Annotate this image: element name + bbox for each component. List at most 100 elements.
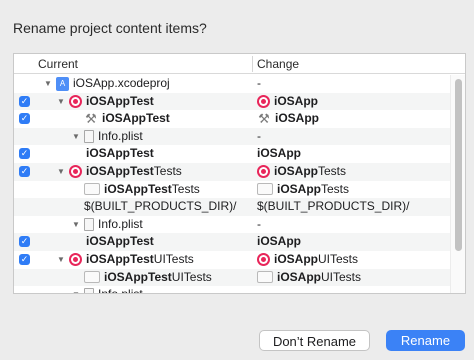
checkbox-checked[interactable]: ✓: [19, 165, 30, 177]
current-name: Info.plist: [98, 216, 143, 231]
dialog-title: Rename project content items?: [13, 20, 207, 36]
current-name: iOSApp.xcodeproj: [73, 76, 170, 90]
change-name: iOSApp: [275, 111, 319, 126]
plist-file-icon: [84, 130, 94, 144]
plist-file-icon: [84, 288, 94, 293]
change-cell: -: [257, 128, 261, 146]
checkbox-checked[interactable]: ✓: [19, 236, 30, 248]
change-cell: -: [257, 75, 261, 93]
dont-rename-button[interactable]: Don’t Rename: [259, 330, 370, 351]
current-name: iOSAppTest: [86, 93, 154, 108]
plist-file-icon: [84, 218, 94, 232]
target-icon: [69, 253, 82, 267]
change-name-bold: iOSApp: [274, 251, 318, 266]
disclosure-triangle-icon[interactable]: ▼: [44, 75, 56, 93]
current-name-suffix: Tests: [153, 163, 182, 178]
current-cell: iOSAppTest UITests: [72, 269, 212, 287]
current-cell: iOSAppTest: [86, 145, 154, 163]
disclosure-triangle-icon[interactable]: ▼: [57, 163, 69, 181]
change-cell: -: [257, 216, 261, 234]
checkbox-checked[interactable]: ✓: [19, 95, 30, 107]
change-cell: $(BUILT_PRODUCTS_DIR)/: [257, 198, 409, 216]
table-row[interactable]: ✓ ▼ iOSAppTest iOSApp: [14, 92, 451, 111]
target-icon: [257, 94, 270, 108]
disclosure-triangle-icon[interactable]: ▼: [57, 93, 69, 111]
current-cell: ⚒ iOSAppTest: [72, 110, 170, 128]
disclosure-triangle-icon[interactable]: ▼: [72, 128, 84, 146]
folder-icon: [257, 183, 273, 196]
current-name-bold: iOSAppTest: [104, 269, 172, 284]
table-row[interactable]: ▼ Info.plist -: [14, 127, 451, 146]
change-cell: ⚒ iOSApp: [257, 110, 319, 128]
table-body: ▼ AiOSApp.xcodeproj - ✓ ▼ iOSAppTest iOSApp ✓ ⚒ i…: [14, 75, 451, 293]
change-cell: iOSApp: [257, 233, 301, 251]
column-divider[interactable]: [252, 56, 253, 72]
checkbox-checked[interactable]: ✓: [19, 253, 30, 265]
table-row[interactable]: ✓ ⚒ iOSAppTest ⚒ iOSApp: [14, 110, 451, 128]
target-icon: [69, 165, 82, 179]
change-name: iOSApp: [274, 93, 318, 108]
change-cell: iOSApp: [257, 145, 301, 163]
target-icon: [257, 165, 270, 179]
folder-icon: [84, 271, 100, 284]
current-cell: $(BUILT_PRODUCTS_DIR)/: [72, 198, 236, 216]
change-name-suffix: UITests: [321, 269, 362, 284]
current-name-bold: iOSAppTest: [86, 251, 154, 266]
change-cell: iOSApp UITests: [257, 251, 358, 269]
table-row[interactable]: ✓ ▼ iOSAppTest UITests iOSApp UITests: [14, 251, 451, 269]
current-name: Info.plist: [98, 286, 143, 293]
column-header-current[interactable]: Current: [38, 57, 78, 71]
change-name: -: [257, 216, 261, 231]
current-name-suffix: UITests: [171, 269, 212, 284]
folder-icon: [84, 183, 100, 196]
column-header-change[interactable]: Change: [257, 57, 299, 71]
current-name: $(BUILT_PRODUCTS_DIR)/: [84, 199, 237, 214]
current-cell: ▼ Info.plist: [72, 216, 143, 234]
checkbox-checked[interactable]: ✓: [19, 148, 30, 160]
table-row[interactable]: ✓ iOSAppTest iOSApp: [14, 233, 451, 251]
current-cell: ▼ iOSAppTest Tests: [57, 163, 182, 181]
current-cell: ▼ Info.plist: [72, 286, 143, 293]
build-tool-icon: ⚒: [85, 111, 97, 127]
xcode-project-icon: A: [56, 76, 69, 91]
change-name-suffix: UITests: [318, 251, 359, 266]
disclosure-triangle-icon[interactable]: ▼: [72, 216, 84, 234]
rename-items-table: Current Change ▼ AiOSApp.xcodeproj - ✓ ▼ iOSA…: [13, 53, 466, 294]
table-row[interactable]: ✓ iOSAppTest iOSApp: [14, 145, 451, 163]
table-row[interactable]: ✓ ▼ iOSAppTest Tests iOSApp Tests: [14, 162, 451, 181]
change-name-bold: iOSApp: [277, 269, 321, 284]
table-row[interactable]: ▼ Info.plist -: [14, 216, 451, 234]
folder-icon: [257, 271, 273, 284]
table-row[interactable]: iOSAppTest UITests iOSApp UITests: [14, 268, 451, 287]
current-name: iOSAppTest: [86, 146, 154, 161]
table-row[interactable]: $(BUILT_PRODUCTS_DIR)/ $(BUILT_PRODUCTS_D…: [14, 198, 451, 216]
change-name: $(BUILT_PRODUCTS_DIR)/: [257, 199, 410, 214]
change-name-bold: iOSApp: [277, 181, 321, 196]
change-name: -: [257, 128, 261, 143]
change-cell: iOSApp Tests: [257, 181, 349, 199]
vertical-scrollbar[interactable]: [450, 75, 465, 293]
current-cell: ▼ iOSAppTest: [57, 93, 154, 111]
current-name: Info.plist: [98, 128, 143, 143]
checkbox-checked[interactable]: ✓: [19, 113, 30, 125]
change-name-bold: iOSApp: [274, 163, 318, 178]
current-cell: iOSAppTest Tests: [72, 181, 200, 199]
change-name: iOSApp: [257, 146, 301, 161]
current-name-suffix: Tests: [171, 181, 200, 196]
change-cell: iOSApp Tests: [257, 163, 346, 181]
change-name-suffix: Tests: [318, 163, 347, 178]
build-tool-icon: ⚒: [258, 111, 270, 127]
table-row[interactable]: ▼ AiOSApp.xcodeproj -: [14, 75, 451, 93]
change-name: iOSApp: [257, 234, 301, 249]
disclosure-triangle-icon[interactable]: ▼: [72, 286, 84, 293]
table-row[interactable]: iOSAppTest Tests iOSApp Tests: [14, 181, 451, 199]
disclosure-triangle-icon[interactable]: ▼: [57, 251, 69, 269]
current-cell: ▼ Info.plist: [72, 128, 143, 146]
table-header: Current Change: [14, 54, 465, 74]
current-name: iOSAppTest: [102, 111, 170, 126]
current-name: iOSAppTest: [86, 234, 154, 249]
scrollbar-thumb[interactable]: [455, 79, 462, 251]
table-row[interactable]: ▼ Info.plist: [14, 286, 451, 293]
current-cell: iOSAppTest: [86, 233, 154, 251]
rename-button[interactable]: Rename: [386, 330, 465, 351]
